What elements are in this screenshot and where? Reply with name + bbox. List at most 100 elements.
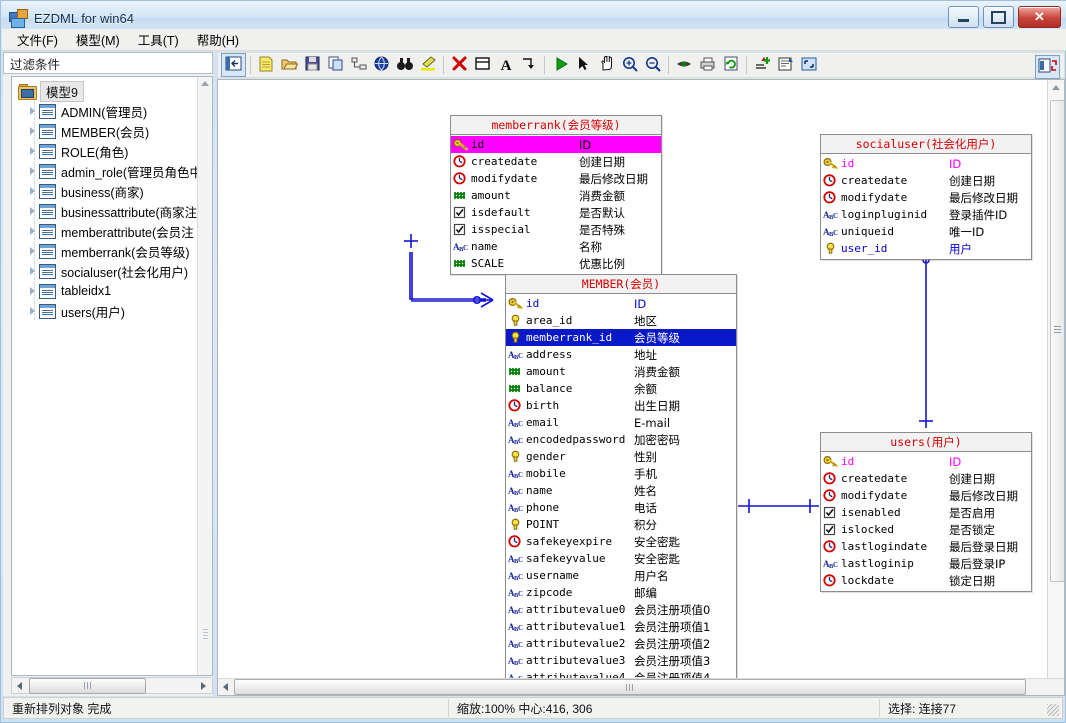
fit-to-window-button[interactable] bbox=[797, 54, 820, 76]
highlight-button[interactable] bbox=[416, 54, 439, 76]
er-table-socialuser[interactable]: socialuser(社会化用户) id ID createdate 创建日期 modif… bbox=[820, 134, 1032, 260]
er-column-row[interactable]: A B Cphone 电话 bbox=[506, 499, 736, 516]
er-column-row[interactable]: A B Cmobile 手机 bbox=[506, 465, 736, 482]
er-column-row[interactable]: lastlogindate 最后登录日期 bbox=[821, 538, 1031, 555]
sidebar-item-2[interactable]: ROLE(角色) bbox=[12, 141, 196, 161]
er-column-row[interactable]: A B Czipcode 邮编 bbox=[506, 584, 736, 601]
canvas-horizontal-scrollbar[interactable] bbox=[218, 678, 1064, 695]
add-table-button[interactable] bbox=[471, 54, 494, 76]
sidebar-item-1[interactable]: MEMBER(会员) bbox=[12, 121, 196, 141]
model-tree[interactable]: 模型9 ADMIN(管理员) MEMBER(会员) ROLE(角色) admin_ro… bbox=[11, 76, 213, 676]
collapse-panel-button[interactable] bbox=[221, 53, 246, 77]
diagram-canvas[interactable]: memberrank(会员等级) id ID createdate 创建日期 modify… bbox=[218, 80, 1048, 679]
er-column-row[interactable]: A B Cemail E-mail bbox=[506, 414, 736, 431]
er-column-row[interactable]: createdate 创建日期 bbox=[821, 172, 1031, 189]
er-column-row[interactable]: id ID bbox=[506, 295, 736, 312]
resize-grip-icon[interactable] bbox=[1047, 704, 1059, 716]
select-tool-button[interactable] bbox=[572, 54, 595, 76]
sidebar-item-0[interactable]: ADMIN(管理员) bbox=[12, 101, 196, 121]
er-table-title[interactable]: MEMBER(会员) bbox=[506, 275, 736, 294]
find-button[interactable] bbox=[393, 54, 416, 76]
scroll-left-icon[interactable] bbox=[12, 678, 27, 693]
er-column-row[interactable]: modifydate 最后修改日期 bbox=[451, 170, 661, 187]
add-relation-button[interactable] bbox=[517, 54, 540, 76]
er-column-row[interactable]: area_id 地区 bbox=[506, 312, 736, 329]
close-button[interactable]: ✕ bbox=[1018, 6, 1061, 28]
er-column-row[interactable]: A B Cencodedpassword 加密密码 bbox=[506, 431, 736, 448]
canvas-hscroll-thumb[interactable] bbox=[234, 679, 1026, 695]
dock-toggle-button[interactable] bbox=[1035, 55, 1060, 79]
er-column-row[interactable]: A B Cname 名称 bbox=[451, 238, 661, 255]
tree-hscroll-thumb[interactable] bbox=[29, 677, 146, 694]
menu-tools[interactable]: 工具(T) bbox=[129, 27, 188, 52]
er-column-row[interactable]: A B Cattributevalue3 会员注册项值3 bbox=[506, 652, 736, 669]
er-table-memberrank[interactable]: memberrank(会员等级) id ID createdate 创建日期 modify… bbox=[450, 115, 662, 275]
er-column-row[interactable]: id ID bbox=[821, 155, 1031, 172]
er-column-row[interactable]: isspecial 是否特殊 bbox=[451, 221, 661, 238]
tree-horizontal-scrollbar[interactable] bbox=[11, 677, 213, 694]
canvas-vscroll-thumb[interactable] bbox=[1050, 100, 1064, 582]
er-column-row[interactable]: A B Clastloginip 最后登录IP bbox=[821, 555, 1031, 572]
er-table-title[interactable]: memberrank(会员等级) bbox=[451, 116, 661, 135]
er-column-row[interactable]: id ID bbox=[821, 453, 1031, 470]
er-column-row[interactable]: SCALE 优惠比例 bbox=[451, 255, 661, 272]
er-column-row[interactable]: POINT 积分 bbox=[506, 516, 736, 533]
er-column-row[interactable]: amount 消费金额 bbox=[451, 187, 661, 204]
pan-tool-button[interactable] bbox=[595, 54, 618, 76]
er-column-row[interactable]: balance 余额 bbox=[506, 380, 736, 397]
er-table-title[interactable]: socialuser(社会化用户) bbox=[821, 135, 1031, 154]
sidebar-item-6[interactable]: memberattribute(会员注 bbox=[12, 221, 196, 241]
er-column-row[interactable]: amount 消费金额 bbox=[506, 363, 736, 380]
new-model-button[interactable] bbox=[255, 54, 278, 76]
menu-model[interactable]: 模型(M) bbox=[67, 27, 129, 52]
scroll-left-icon[interactable] bbox=[218, 680, 233, 695]
zoom-out-button[interactable] bbox=[641, 54, 664, 76]
er-column-row[interactable]: birth 出生日期 bbox=[506, 397, 736, 414]
er-column-row[interactable]: A B Csafekeyvalue 安全密匙 bbox=[506, 550, 736, 567]
minimize-button[interactable] bbox=[948, 6, 979, 28]
add-text-button[interactable]: A bbox=[494, 54, 517, 76]
save-model-button[interactable] bbox=[301, 54, 324, 76]
er-column-row[interactable]: A B Cloginpluginid 登录插件ID bbox=[821, 206, 1031, 223]
copy-button[interactable] bbox=[324, 54, 347, 76]
delete-button[interactable] bbox=[448, 54, 471, 76]
scroll-up-icon[interactable] bbox=[1052, 85, 1060, 90]
sidebar-item-3[interactable]: admin_role(管理员角色中 bbox=[12, 161, 202, 181]
er-column-row[interactable]: memberrank_id 会员等级 bbox=[506, 329, 736, 346]
refresh-button[interactable] bbox=[719, 54, 742, 76]
er-column-row[interactable]: modifydate 最后修改日期 bbox=[821, 487, 1031, 504]
er-column-row[interactable]: createdate 创建日期 bbox=[451, 153, 661, 170]
er-column-row[interactable]: isenabled 是否启用 bbox=[821, 504, 1031, 521]
sidebar-item-10[interactable]: users(用户) bbox=[12, 301, 196, 321]
menu-help[interactable]: 帮助(H) bbox=[188, 27, 248, 52]
print-button[interactable] bbox=[696, 54, 719, 76]
web-button[interactable] bbox=[370, 54, 393, 76]
add-field-button[interactable] bbox=[751, 54, 774, 76]
er-column-row[interactable]: id ID bbox=[451, 136, 661, 153]
scroll-up-icon[interactable] bbox=[201, 81, 209, 86]
er-column-row[interactable]: A B Cname 姓名 bbox=[506, 482, 736, 499]
canvas-vertical-scrollbar[interactable] bbox=[1047, 80, 1064, 680]
er-column-row[interactable]: modifydate 最后修改日期 bbox=[821, 189, 1031, 206]
er-column-row[interactable]: lockdate 锁定日期 bbox=[821, 572, 1031, 589]
run-button[interactable] bbox=[549, 54, 572, 76]
sidebar-item-8[interactable]: socialuser(社会化用户) bbox=[12, 261, 196, 281]
filter-label[interactable]: 过滤条件 bbox=[3, 52, 213, 74]
scroll-right-icon[interactable] bbox=[196, 678, 211, 693]
er-column-row[interactable]: A B Cattributevalue0 会员注册项值0 bbox=[506, 601, 736, 618]
sidebar-item-4[interactable]: business(商家) bbox=[12, 181, 196, 201]
open-model-button[interactable] bbox=[278, 54, 301, 76]
er-column-row[interactable]: isdefault 是否默认 bbox=[451, 204, 661, 221]
sidebar-item-9[interactable]: tableidx1 bbox=[12, 281, 196, 301]
maximize-button[interactable] bbox=[983, 6, 1014, 28]
er-column-row[interactable]: createdate 创建日期 bbox=[821, 470, 1031, 487]
er-column-row[interactable]: gender 性别 bbox=[506, 448, 736, 465]
er-table-title[interactable]: users(用户) bbox=[821, 433, 1031, 452]
diagram-canvas-container[interactable]: memberrank(会员等级) id ID createdate 创建日期 modify… bbox=[217, 79, 1065, 696]
er-column-row[interactable]: safekeyexpire 安全密匙 bbox=[506, 533, 736, 550]
er-column-row[interactable]: user_id 用户 bbox=[821, 240, 1031, 257]
er-table-users[interactable]: users(用户) id ID createdate 创建日期 modifydate 最后修… bbox=[820, 432, 1032, 592]
er-column-row[interactable]: A B Cuniqueid 唯一ID bbox=[821, 223, 1031, 240]
preview-button[interactable] bbox=[673, 54, 696, 76]
menu-file[interactable]: 文件(F) bbox=[8, 27, 67, 52]
